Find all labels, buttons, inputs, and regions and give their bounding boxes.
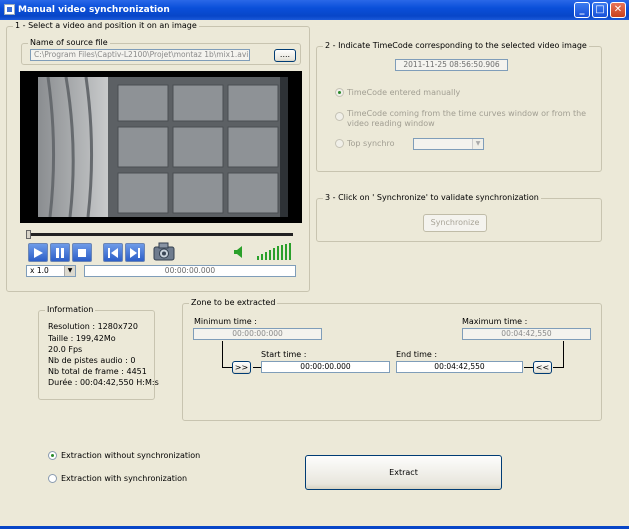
top-synchro-radio[interactable] [335, 139, 344, 148]
chevron-down-icon[interactable]: ▼ [472, 139, 483, 149]
extract-without-sync-radio[interactable] [48, 451, 57, 460]
section-timecode: 2 - Indicate TimeCode corresponding to t… [316, 41, 602, 172]
extract-with-sync-radio[interactable] [48, 474, 57, 483]
synchronize-button[interactable]: Synchronize [423, 214, 487, 232]
info-size: Taille : 199,42Mo [48, 334, 116, 343]
pause-button[interactable] [50, 243, 70, 262]
section-select-video: 1 - Select a video and position it on an… [6, 21, 310, 292]
next-button[interactable] [125, 243, 145, 262]
maximize-button[interactable]: □ [592, 2, 608, 18]
timecode-window-radio[interactable] [335, 112, 344, 121]
max-time-label: Maximum time : [462, 317, 528, 326]
extract-without-sync-label: Extraction without synchronization [61, 451, 201, 460]
start-time-field[interactable]: 00:00:00.000 [261, 361, 390, 373]
info-resolution: Resolution : 1280x720 [48, 322, 138, 331]
timecode-manual-radio[interactable] [335, 88, 344, 97]
skip-back-icon [108, 248, 118, 258]
info-duration: Durée : 00:04:42,550 H:M:s [48, 378, 159, 387]
window-title: Manual video synchronization [18, 5, 170, 15]
camera-icon [153, 242, 175, 261]
previous-button[interactable] [103, 243, 123, 262]
minimize-button[interactable]: _ [574, 2, 590, 18]
max-time-field: 00:04:42,550 [462, 328, 591, 340]
section-synchronize: 3 - Click on ' Synchronize' to validate … [316, 193, 602, 242]
set-start-button[interactable]: >> [232, 361, 251, 374]
source-file-path: C:\Program Files\Captiv-L2100\Projet\mon… [30, 49, 250, 61]
end-time-label: End time : [396, 350, 438, 359]
timecode-manual-label: TimeCode entered manually [347, 88, 461, 97]
video-frame [20, 71, 302, 223]
video-image [38, 77, 288, 217]
extract-with-sync-label: Extraction with synchronization [61, 474, 188, 483]
speed-select[interactable]: x 1.0 ▼ [26, 265, 76, 277]
section2-legend: 2 - Indicate TimeCode corresponding to t… [323, 41, 589, 50]
source-file-group: Name of source file C:\Program Files\Cap… [21, 38, 301, 65]
extract-button[interactable]: Extract [305, 455, 502, 490]
timecode-field: 2011-11-25 08:56:50.906 [395, 59, 508, 71]
volume-icon[interactable] [233, 245, 247, 259]
title-bar: Manual video synchronization _ □ ✕ [0, 0, 629, 20]
timecode-window-label: TimeCode coming from the time curves win… [347, 109, 587, 128]
stop-button[interactable] [72, 243, 92, 262]
stop-icon [78, 249, 86, 257]
end-time-field[interactable]: 00:04:42,550 [396, 361, 523, 373]
source-file-legend: Name of source file [28, 38, 110, 47]
play-button[interactable] [28, 243, 48, 262]
set-end-button[interactable]: << [533, 361, 552, 374]
section3-legend: 3 - Click on ' Synchronize' to validate … [323, 193, 541, 202]
top-synchro-select[interactable]: ▼ [413, 138, 484, 150]
connector-right-v [563, 341, 564, 368]
connector-left-v [222, 341, 223, 368]
seek-track[interactable] [26, 233, 293, 236]
browse-button[interactable]: .... [274, 49, 296, 62]
section1-legend: 1 - Select a video and position it on an… [13, 21, 199, 30]
top-synchro-label: Top synchro [347, 139, 395, 148]
snapshot-button[interactable] [153, 241, 175, 262]
info-audio-tracks: Nb de pistes audio : 0 [48, 356, 136, 365]
min-time-label: Minimum time : [194, 317, 257, 326]
chevron-down-icon[interactable]: ▼ [64, 266, 75, 276]
play-icon [34, 248, 43, 258]
zone-legend: Zone to be extracted [189, 298, 278, 307]
information-legend: Information [45, 305, 96, 314]
current-time-field: 00:00:00.000 [84, 265, 296, 277]
min-time-field: 00:00:00:000 [193, 328, 322, 340]
close-button[interactable]: ✕ [610, 2, 626, 18]
info-fps: 20.0 Fps [48, 345, 83, 354]
skip-forward-icon [130, 248, 140, 258]
connector-start [253, 367, 261, 368]
connector-left-h [222, 367, 232, 368]
app-icon [4, 4, 15, 15]
connector-end [524, 367, 533, 368]
start-time-label: Start time : [261, 350, 307, 359]
pause-icon [56, 248, 64, 258]
speed-value: x 1.0 [30, 266, 49, 275]
seek-handle[interactable] [26, 230, 31, 239]
info-frame-count: Nb total de frame : 4451 [48, 367, 147, 376]
volume-level-bars[interactable] [257, 243, 295, 260]
connector-right-h [553, 367, 563, 368]
